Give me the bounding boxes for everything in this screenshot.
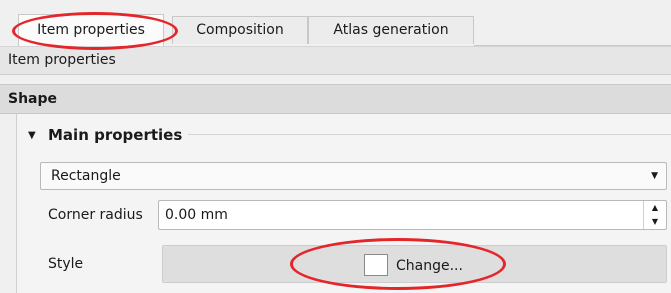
chevron-down-icon: ▼ bbox=[651, 171, 658, 181]
group-main-properties[interactable]: ▼ Main properties bbox=[28, 122, 182, 148]
tab-composition[interactable]: Composition bbox=[172, 16, 308, 44]
group-title-label: Main properties bbox=[48, 126, 183, 144]
corner-radius-spinbox[interactable]: 0.00 mm ▲ ▼ bbox=[158, 200, 667, 230]
annotation-circle-tab bbox=[12, 12, 178, 50]
subsection-header-shape[interactable]: Shape bbox=[0, 84, 671, 114]
group-divider bbox=[188, 134, 671, 135]
corner-radius-label: Corner radius bbox=[48, 207, 143, 223]
spin-up-icon[interactable]: ▲ bbox=[644, 201, 666, 215]
style-label: Style bbox=[48, 256, 84, 272]
collapse-triangle-icon[interactable]: ▼ bbox=[28, 123, 42, 149]
section-header: Item properties bbox=[0, 46, 671, 75]
corner-radius-value: 0.00 mm bbox=[165, 207, 228, 223]
shape-type-value: Rectangle bbox=[51, 168, 121, 184]
spin-buttons: ▲ ▼ bbox=[643, 201, 666, 229]
tab-atlas-generation[interactable]: Atlas generation bbox=[308, 16, 474, 44]
annotation-circle-change bbox=[290, 238, 506, 290]
spin-down-icon[interactable]: ▼ bbox=[644, 215, 666, 229]
shape-type-select[interactable]: Rectangle ▼ bbox=[40, 162, 667, 190]
